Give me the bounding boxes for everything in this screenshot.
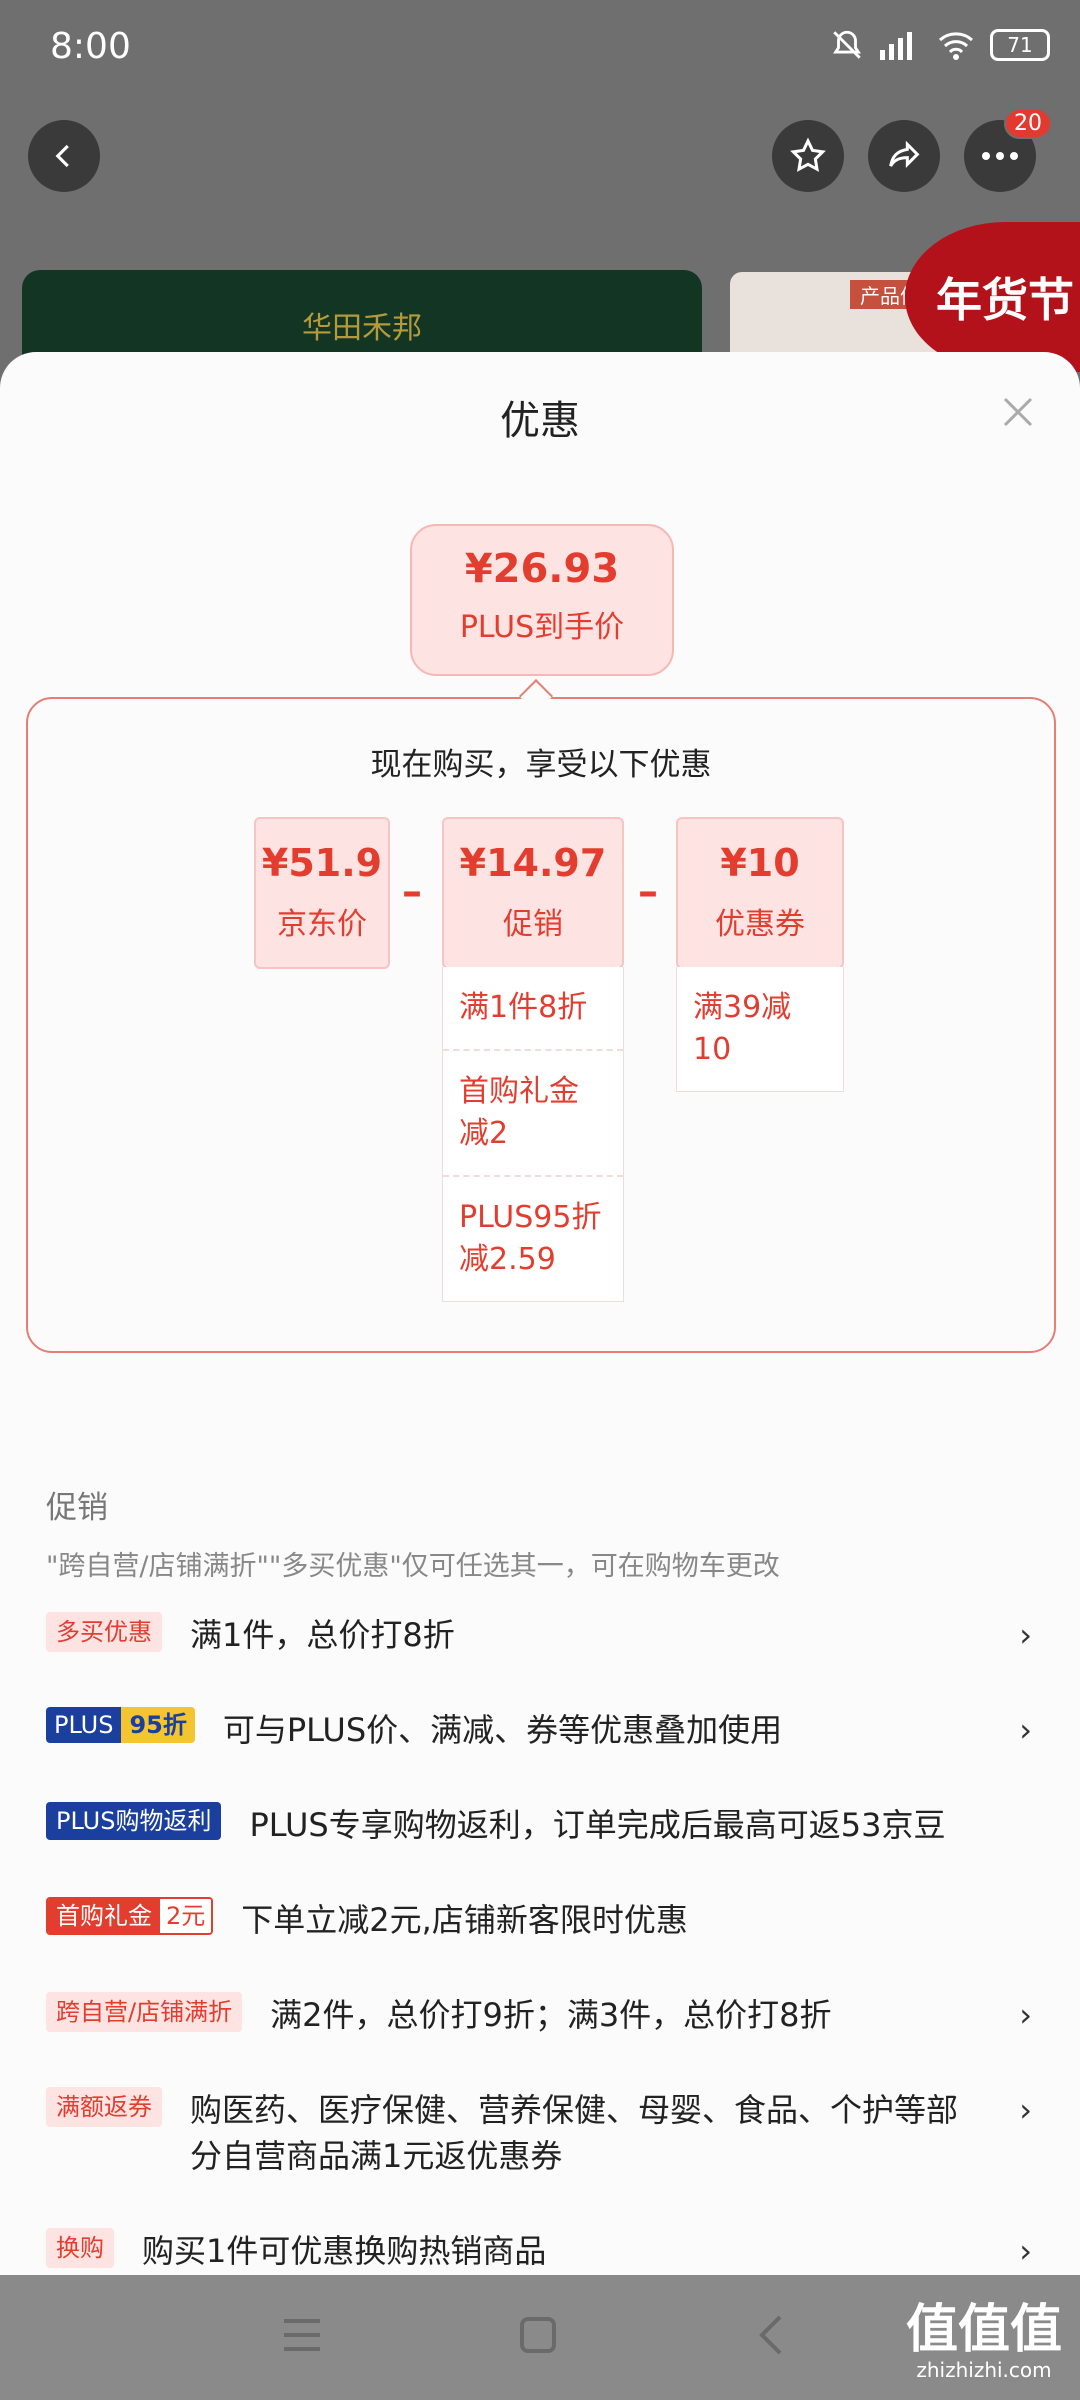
promotion-text: 满1件，总价打8折: [190, 1616, 455, 1654]
gift-tag-amount: 2元: [160, 1899, 212, 1933]
status-icons: 71: [830, 28, 1050, 62]
share-arrow-icon: [889, 140, 920, 168]
chevron-right-icon: ›: [1019, 2091, 1032, 2129]
final-price-amount: ¥26.93: [464, 546, 620, 592]
promotion-text: 可与PLUS价、满减、券等优惠叠加使用: [222, 1711, 783, 1749]
cross-store-discount-tag: 跨自营/店铺满折: [46, 1992, 243, 2032]
festival-label: 年货节: [936, 273, 1074, 327]
promotion-row-plus95[interactable]: PLUS 95折 可与PLUS价、满减、券等优惠叠加使用 ›: [46, 1707, 1036, 1753]
promotion-text: 购医药、医疗保健、营养保健、母婴、食品、个护等部分自营商品满1元返优惠券: [190, 2091, 959, 2175]
close-button[interactable]: [998, 392, 1038, 432]
plus-tag-label: PLUS: [46, 1707, 122, 1743]
plus-final-price: ¥26.93 PLUS到手价: [410, 524, 674, 676]
promotion-card: ¥14.97 促销: [442, 817, 624, 969]
wifi-icon: [939, 32, 973, 60]
promotion-amount: ¥14.97: [459, 841, 607, 885]
site-watermark: 值值值 zhizhizhi.com: [906, 2302, 1062, 2382]
promotion-breakdown-item: 满1件8折: [443, 967, 623, 1051]
promotion-row-cross-store[interactable]: 跨自营/店铺满折 满2件，总价打9折；满3件，总价打8折 ›: [46, 1992, 1036, 2038]
sheet-title: 优惠: [500, 398, 580, 444]
gift-tag-label: 首购礼金: [48, 1899, 160, 1933]
promotion-row-coupon-return[interactable]: 满额返券 购医药、医疗保健、营养保健、母婴、食品、个护等部分自营商品满1元返优惠…: [46, 2087, 1036, 2179]
discount-tag-label: 95折: [121, 1707, 195, 1743]
promotion-label: 促销: [503, 907, 563, 942]
discount-breakdown: 现在购买，享受以下优惠 ¥51.9 京东价 – ¥14.97 促销 – ¥10 …: [26, 697, 1056, 1353]
home-icon[interactable]: [518, 2313, 558, 2357]
chevron-right-icon: ›: [1019, 1996, 1032, 2034]
promotion-breakdown-item: 首购礼金减2: [443, 1051, 623, 1177]
plus-rebate-tag: PLUS购物返利: [46, 1802, 222, 1840]
signal-icon: [880, 32, 912, 60]
message-count-badge: 20: [1004, 108, 1052, 139]
promotion-text: 下单立减2元,店铺新客限时优惠: [241, 1901, 688, 1939]
promotion-text: 满2件，总价打9折；满3件，总价打8折: [270, 1996, 832, 2034]
more-button[interactable]: 20: [964, 108, 1052, 192]
battery-indicator: 71: [990, 29, 1050, 61]
minus-sign: –: [638, 869, 658, 915]
chevron-right-icon: ›: [1019, 1711, 1032, 1749]
trade-in-tag: 换购: [46, 2228, 114, 2268]
coupon-card: ¥10 优惠券: [676, 817, 844, 969]
product-top-nav: 20: [0, 100, 1080, 220]
chevron-right-icon: ›: [1019, 2232, 1032, 2270]
share-button[interactable]: [868, 120, 940, 192]
promotion-row-plus-rebate: PLUS购物返利 PLUS专享购物返利，订单完成后最高可返53京豆: [46, 1802, 1036, 1848]
coupon-breakdown-list: 满39减10: [676, 967, 844, 1092]
promotion-breakdown-list: 满1件8折 首购礼金减2 PLUS95折减2.59: [442, 967, 624, 1302]
discount-breakdown-header: 现在购买，享受以下优惠: [370, 747, 712, 783]
coupon-return-tag: 满额返券: [46, 2087, 162, 2127]
promotion-section-title: 促销: [46, 1490, 108, 1526]
first-purchase-gift-tag: 首购礼金 2元: [46, 1897, 214, 1935]
star-icon: [790, 137, 826, 172]
promotion-section-note: "跨自营/店铺满折""多买优惠"仅可任选其一，可在购物车更改: [46, 1551, 780, 1582]
watermark-url: zhizhizhi.com: [916, 2358, 1052, 2382]
promotion-row-multi-buy[interactable]: 多买优惠 满1件，总价打8折 ›: [46, 1612, 1036, 1658]
jd-price-amount: ¥51.9: [261, 841, 383, 885]
status-time: 8:00: [50, 26, 131, 67]
menu-icon[interactable]: [282, 2313, 322, 2357]
minus-sign: –: [402, 869, 422, 915]
jd-price-card: ¥51.9 京东价: [254, 817, 390, 969]
final-price-label: PLUS到手价: [459, 610, 625, 645]
promotion-text: 购买1件可优惠换购热销商品: [142, 2232, 547, 2270]
promotion-row-first-purchase: 首购礼金 2元 下单立减2元,店铺新客限时优惠: [46, 1897, 1036, 1943]
mute-bell-icon: [833, 30, 861, 59]
back-button[interactable]: [28, 120, 100, 192]
brand-name: 华田禾邦: [302, 311, 422, 346]
chevron-right-icon: ›: [1019, 1616, 1032, 1654]
promotion-breakdown-item: PLUS95折减2.59: [459, 1200, 602, 1277]
status-bar: 8:00 71: [0, 0, 1080, 100]
promotion-row-trade-in[interactable]: 换购 购买1件可优惠换购热销商品 ›: [46, 2228, 1036, 2274]
coupon-breakdown-item: 满39减10: [693, 990, 792, 1067]
more-dots-icon: [982, 152, 1018, 160]
coupon-label: 优惠券: [715, 907, 805, 942]
plus-95-tag: PLUS 95折: [46, 1707, 195, 1743]
multi-buy-tag: 多买优惠: [46, 1612, 162, 1652]
promotion-text: PLUS专享购物返利，订单完成后最高可返53京豆: [249, 1806, 946, 1844]
jd-price-label: 京东价: [277, 907, 367, 942]
discount-sheet: 优惠 ¥26.93 PLUS到手价 现在购买，享受以下优惠 ¥51.9 京东价 …: [0, 352, 1080, 2275]
system-nav-bar: 值值值 zhizhizhi.com: [0, 2275, 1080, 2400]
watermark-logo: 值值值: [905, 2300, 1062, 2360]
chevron-left-icon: [55, 144, 69, 168]
back-icon[interactable]: [756, 2313, 786, 2357]
favorite-button[interactable]: [772, 120, 844, 192]
close-icon: [1003, 397, 1033, 427]
coupon-amount: ¥10: [720, 841, 800, 885]
